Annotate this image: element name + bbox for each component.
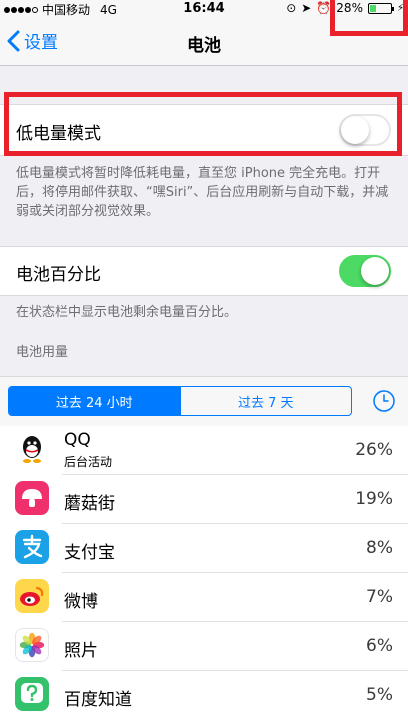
battery-percentage-switch[interactable] xyxy=(339,255,391,287)
app-percent: 6% xyxy=(366,636,393,656)
battery-percentage-cell: 电池百分比 xyxy=(0,246,408,296)
app-percent: 5% xyxy=(366,685,393,705)
clock-icon[interactable] xyxy=(372,389,396,413)
app-usage-list: QQ 后台活动 26% 蘑菇街 19% 支付宝 8% 微博 7% 照片 6% 百… xyxy=(0,426,408,723)
app-percent: 7% xyxy=(366,587,393,607)
app-name: 支付宝 xyxy=(64,543,115,563)
rotation-lock-icon: ⊙ xyxy=(286,1,297,15)
app-row-baidu-zhidao[interactable]: 百度知道 5% xyxy=(0,671,408,720)
app-name: 蘑菇街 xyxy=(64,494,115,514)
battery-percentage-description: 在状态栏中显示电池剩余电量百分比。 xyxy=(16,305,238,320)
mogujie-app-icon xyxy=(15,481,49,515)
segment-last-24-hours[interactable]: 过去 24 小时 xyxy=(9,387,180,415)
app-row-mogujie[interactable]: 蘑菇街 19% xyxy=(0,475,408,524)
low-power-mode-description: 低电量模式将暂时降低耗电量，直至您 iPhone 完全充电。打开后，将停用邮件获… xyxy=(16,166,389,219)
app-name: QQ xyxy=(64,430,91,450)
app-name: 微博 xyxy=(64,592,98,612)
qq-app-icon xyxy=(15,432,49,466)
app-percent: 19% xyxy=(355,489,393,509)
battery-percentage-label: 电池百分比 xyxy=(16,265,101,285)
app-name: 照片 xyxy=(64,641,98,661)
weibo-app-icon xyxy=(15,579,49,613)
highlight-box-battery-indicator xyxy=(330,0,408,36)
alipay-app-icon xyxy=(15,530,49,564)
location-icon: ➤ xyxy=(301,1,312,15)
app-row-qq[interactable]: QQ 后台活动 26% xyxy=(0,426,408,475)
battery-usage-section-header: 电池用量 xyxy=(16,345,69,360)
highlight-box-low-power-mode xyxy=(4,92,402,156)
app-subtitle: 后台活动 xyxy=(64,455,113,469)
app-name: 百度知道 xyxy=(64,690,132,710)
app-percent: 8% xyxy=(366,538,393,558)
app-row-weibo[interactable]: 微博 7% xyxy=(0,573,408,622)
baidu-zhidao-app-icon xyxy=(15,677,49,711)
app-row-alipay[interactable]: 支付宝 8% xyxy=(0,524,408,573)
time-range-segmented-control: 过去 24 小时 过去 7 天 xyxy=(8,386,352,416)
segment-last-7-days[interactable]: 过去 7 天 xyxy=(179,387,352,415)
app-percent: 26% xyxy=(355,440,393,460)
photos-app-icon xyxy=(15,628,49,662)
app-row-photos[interactable]: 照片 6% xyxy=(0,622,408,671)
switch-knob xyxy=(361,257,389,285)
